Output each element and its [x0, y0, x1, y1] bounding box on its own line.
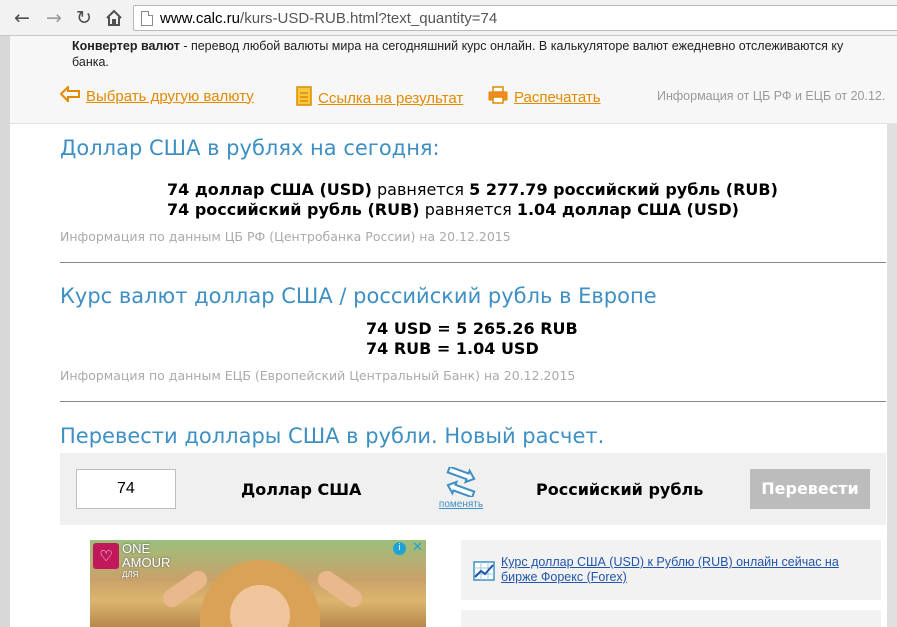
- advertisement-banner[interactable]: ♡ ONE AMOUR ДЛЯ i ✕: [90, 540, 426, 627]
- ad-photo-arm-right: [314, 567, 366, 611]
- forward-arrow-icon[interactable]: →: [42, 6, 66, 30]
- reload-icon[interactable]: ↻: [72, 6, 96, 30]
- arrow-left-icon: [59, 84, 80, 106]
- address-bar[interactable]: www.calc.ru/kurs-USD-RUB.html?text_quant…: [133, 5, 897, 31]
- print-link[interactable]: Распечатать: [488, 86, 601, 108]
- divider: [60, 401, 886, 402]
- chart-icon: [473, 561, 495, 581]
- choose-currency-link[interactable]: Выбрать другую валюту: [59, 84, 254, 106]
- swap-arrows-icon: [446, 465, 476, 499]
- cb-rate-line-2: 74 российский рубль (RUB) равняется 1.04…: [167, 200, 739, 219]
- swap-button[interactable]: поменять: [434, 465, 488, 511]
- cb-section-title: Доллар США в рублях на сегодня:: [60, 136, 440, 160]
- page-icon: [141, 11, 153, 26]
- back-arrow-icon[interactable]: ←: [10, 6, 34, 30]
- ecb-section-title: Курс валют доллар США / российский рубль…: [60, 284, 657, 308]
- from-currency-select[interactable]: Доллар США: [241, 480, 361, 499]
- ad-info-icon[interactable]: i: [393, 542, 406, 555]
- page-right-margin: [887, 36, 897, 627]
- to-currency-select[interactable]: Российский рубль: [536, 480, 703, 499]
- ad-brand: ONE AMOUR: [122, 541, 171, 570]
- divider: [60, 262, 886, 263]
- document-icon: [296, 86, 312, 110]
- page-left-margin: [0, 36, 10, 627]
- converter-description: Конвертер валют - перевод любой валюты м…: [72, 39, 844, 69]
- ad-close-icon[interactable]: ✕: [412, 540, 423, 555]
- quantity-input[interactable]: 74: [76, 469, 176, 509]
- swap-label[interactable]: поменять: [434, 499, 488, 510]
- convert-button[interactable]: Перевести: [750, 469, 870, 509]
- result-link[interactable]: Ссылка на результат: [296, 86, 463, 110]
- cb-source-info: Информация по данным ЦБ РФ (Центробанка …: [60, 229, 511, 244]
- ecb-source-info: Информация по данным ЕЦБ (Европейский Це…: [60, 368, 576, 383]
- ad-heart-logo-icon: ♡: [93, 543, 119, 569]
- forex-rate-link[interactable]: Курс доллар США (USD) к Рублю (RUB) онла…: [501, 555, 871, 585]
- ad-subtext: ДЛЯ: [122, 570, 139, 579]
- ecb-rate-line-1: 74 USD = 5 265.26 RUB: [366, 319, 578, 338]
- rates-source-info: Информация от ЦБ РФ и ЕЦБ от 20.12.: [657, 89, 886, 103]
- ecb-rate-line-2: 74 RUB = 1.04 USD: [366, 339, 539, 358]
- printer-icon: [488, 86, 508, 108]
- cb-rate-line-1: 74 доллар США (USD) равняется 5 277.79 р…: [167, 180, 778, 199]
- header-strip: Конвертер валют - перевод любой валюты м…: [10, 36, 897, 124]
- secondary-box: [461, 610, 881, 627]
- browser-toolbar: ← → ↻ www.calc.ru/kurs-USD-RUB.html?text…: [0, 0, 897, 36]
- converter-panel: 74 Доллар США поменять Российский рубль …: [60, 453, 886, 525]
- forex-box: Курс доллар США (USD) к Рублю (RUB) онла…: [461, 540, 881, 600]
- url-text[interactable]: www.calc.ru/kurs-USD-RUB.html?text_quant…: [160, 10, 497, 27]
- home-icon[interactable]: [102, 6, 126, 30]
- converter-title: Перевести доллары США в рубли. Новый рас…: [60, 424, 605, 448]
